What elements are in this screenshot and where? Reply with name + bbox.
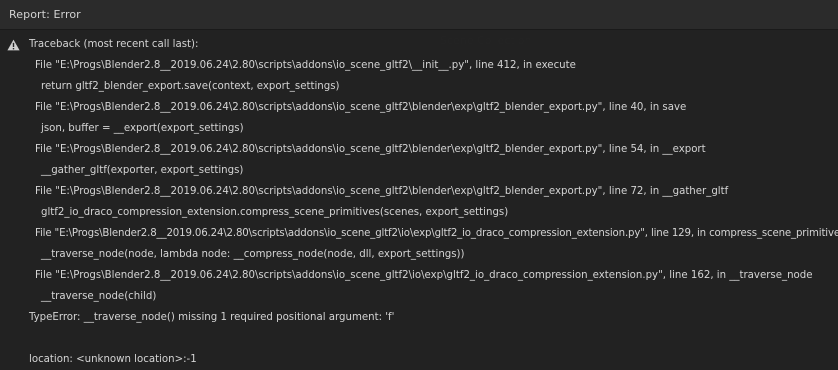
traceback-file-line: File "E:\Progs\Blender2.8__2019.06.24\2.… <box>35 228 838 239</box>
error-location: location: <unknown location>:-1 <box>29 354 197 365</box>
traceback-code-line: __traverse_node(node, lambda node: __com… <box>41 249 465 260</box>
window-title: Report: Error <box>9 8 81 21</box>
traceback-file-line: File "E:\Progs\Blender2.8__2019.06.24\2.… <box>35 60 576 71</box>
report-titlebar: Report: Error <box>0 0 838 30</box>
error-message: TypeError: __traverse_node() missing 1 r… <box>29 312 395 323</box>
traceback-file-line: File "E:\Progs\Blender2.8__2019.06.24\2.… <box>35 186 729 197</box>
traceback-code-line: __gather_gltf(exporter, export_settings) <box>41 165 244 176</box>
traceback-code-line: json, buffer = __export(export_settings) <box>41 123 244 134</box>
traceback-file-line: File "E:\Progs\Blender2.8__2019.06.24\2.… <box>35 102 687 113</box>
traceback-file-line: File "E:\Progs\Blender2.8__2019.06.24\2.… <box>35 144 706 155</box>
traceback-code-line: return gltf2_blender_export.save(context… <box>41 81 340 92</box>
traceback-code-line: gltf2_io_draco_compression_extension.com… <box>41 207 509 218</box>
report-panel: Traceback (most recent call last): File … <box>0 30 838 370</box>
traceback-header: Traceback (most recent call last): <box>29 39 199 50</box>
warning-icon <box>7 39 20 51</box>
traceback-file-line: File "E:\Progs\Blender2.8__2019.06.24\2.… <box>35 270 813 281</box>
traceback-code-line: __traverse_node(child) <box>41 291 157 302</box>
